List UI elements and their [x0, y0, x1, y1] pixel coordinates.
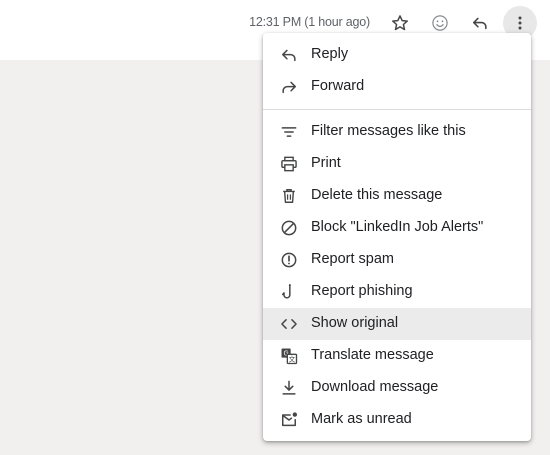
menu-item-delete[interactable]: Delete this message — [263, 180, 531, 212]
reply-icon — [282, 49, 296, 62]
menu-divider — [263, 109, 531, 110]
menu-item-label: Reply — [311, 46, 349, 62]
forward-icon — [282, 81, 296, 94]
more-options-menu: Reply Forward Filter messages like this … — [263, 33, 531, 441]
menu-item-block-sender[interactable]: Block "LinkedIn Job Alerts" — [263, 212, 531, 244]
menu-item-label: Show original — [311, 315, 399, 331]
menu-item-reply[interactable]: Reply — [263, 39, 531, 71]
menu-item-filter[interactable]: Filter messages like this — [263, 116, 531, 148]
block-icon — [281, 220, 297, 236]
menu-item-label: Translate message — [311, 347, 434, 363]
menu-item-label: Mark as unread — [311, 411, 412, 427]
menu-item-label: Print — [311, 155, 341, 171]
star-icon — [392, 15, 408, 31]
mark-unread-icon — [282, 412, 297, 427]
menu-item-label: Download message — [311, 379, 439, 395]
print-icon — [281, 156, 297, 172]
menu-item-label: Filter messages like this — [311, 123, 466, 139]
menu-item-report-phishing[interactable]: Report phishing — [263, 276, 531, 308]
menu-item-show-original[interactable]: Show original — [263, 308, 531, 340]
code-icon — [281, 319, 297, 329]
emoji-icon — [432, 15, 448, 31]
svg-text:文: 文 — [289, 354, 296, 363]
report-spam-icon — [281, 252, 297, 268]
message-timestamp: 12:31 PM (1 hour ago) — [249, 15, 370, 29]
menu-item-label: Forward — [311, 78, 365, 94]
reply-icon — [472, 17, 487, 30]
menu-item-label: Report phishing — [311, 283, 413, 299]
phishing-hook-icon — [282, 284, 291, 299]
menu-item-label: Report spam — [311, 251, 395, 267]
menu-item-print[interactable]: Print — [263, 148, 531, 180]
more-vert-icon — [518, 16, 522, 30]
trash-icon — [283, 189, 295, 203]
menu-item-translate[interactable]: G文 Translate message — [263, 340, 531, 372]
menu-item-label: Delete this message — [311, 187, 443, 203]
menu-item-mark-unread[interactable]: Mark as unread — [263, 404, 531, 436]
filter-icon — [281, 127, 297, 137]
download-icon — [282, 380, 296, 395]
menu-item-label: Block "LinkedIn Job Alerts" — [311, 219, 484, 235]
menu-item-report-spam[interactable]: Report spam — [263, 244, 531, 276]
menu-item-forward[interactable]: Forward — [263, 71, 531, 103]
menu-item-download[interactable]: Download message — [263, 372, 531, 404]
translate-icon: G文 — [281, 348, 298, 365]
